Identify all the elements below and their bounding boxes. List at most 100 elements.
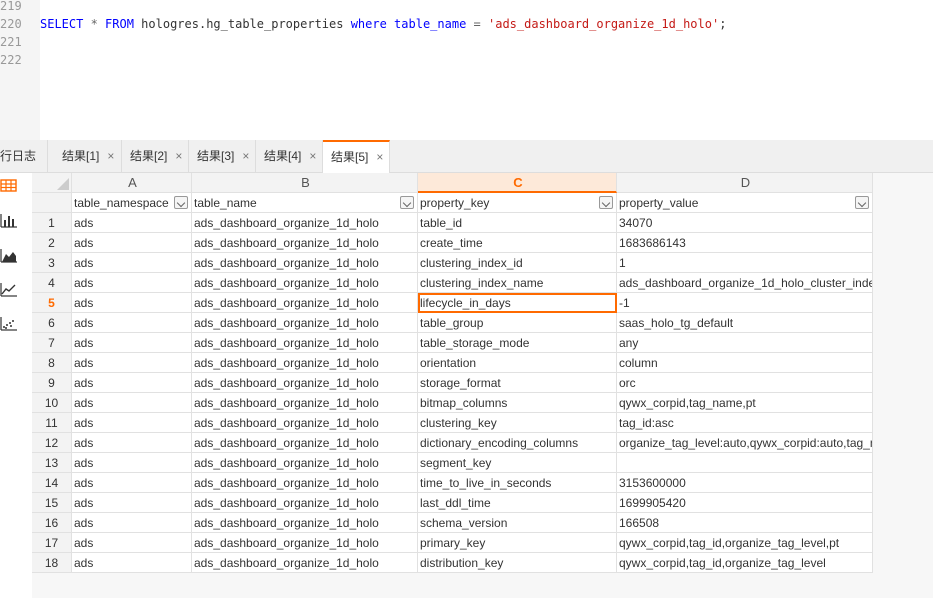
table-cell[interactable]: ads <box>72 293 192 313</box>
row-number[interactable]: 16 <box>32 513 72 533</box>
row-number[interactable]: 12 <box>32 433 72 453</box>
area-chart-icon[interactable] <box>0 248 20 266</box>
table-cell[interactable]: ads <box>72 273 192 293</box>
table-cell[interactable]: dictionary_encoding_columns <box>418 433 617 453</box>
column-letter-header[interactable]: C <box>418 173 617 193</box>
table-cell[interactable]: distribution_key <box>418 553 617 573</box>
table-cell[interactable]: ads <box>72 533 192 553</box>
table-cell[interactable]: ads_dashboard_organize_1d_holo <box>192 453 418 473</box>
filter-dropdown-icon[interactable] <box>855 196 869 209</box>
table-cell[interactable]: create_time <box>418 233 617 253</box>
table-cell[interactable]: table_id <box>418 213 617 233</box>
tab-run-log[interactable]: 行日志 <box>0 140 48 173</box>
table-cell[interactable]: primary_key <box>418 533 617 553</box>
column-name-header[interactable]: property_value <box>617 193 873 213</box>
table-cell[interactable]: ads_dashboard_organize_1d_holo <box>192 273 418 293</box>
table-cell[interactable]: ads_dashboard_organize_1d_holo <box>192 393 418 413</box>
row-number[interactable]: 2 <box>32 233 72 253</box>
row-number[interactable]: 1 <box>32 213 72 233</box>
table-cell[interactable]: ads_dashboard_organize_1d_holo <box>192 253 418 273</box>
table-cell[interactable]: ads <box>72 413 192 433</box>
tab-result-5[interactable]: 结果[5] × <box>323 140 390 174</box>
table-cell[interactable]: column <box>617 353 873 373</box>
close-icon[interactable]: × <box>376 150 383 164</box>
line-chart-icon[interactable] <box>0 282 20 300</box>
column-name-header[interactable]: table_namespace <box>72 193 192 213</box>
row-number[interactable]: 11 <box>32 413 72 433</box>
table-cell[interactable]: schema_version <box>418 513 617 533</box>
result-grid[interactable]: A B C Dtable_namespace table_name property_ke… <box>32 173 933 598</box>
bar-chart-icon[interactable] <box>0 213 20 231</box>
table-cell[interactable]: ads <box>72 513 192 533</box>
table-cell[interactable]: qywx_corpid,tag_name,pt <box>617 393 873 413</box>
table-cell[interactable]: ads_dashboard_organize_1d_holo <box>192 313 418 333</box>
table-cell[interactable]: 1683686143 <box>617 233 873 253</box>
table-cell[interactable]: ads <box>72 333 192 353</box>
table-cell[interactable]: ads <box>72 453 192 473</box>
sql-editor[interactable]: 219 220 221 222 SELECT * FROM hologres.h… <box>0 0 933 140</box>
table-cell[interactable]: ads <box>72 353 192 373</box>
table-cell[interactable]: organize_tag_level:auto,qywx_corpid:auto… <box>617 433 873 453</box>
scatter-chart-icon[interactable] <box>0 316 20 334</box>
table-cell[interactable]: ads <box>72 393 192 413</box>
table-cell[interactable]: ads_dashboard_organize_1d_holo <box>192 413 418 433</box>
table-cell[interactable]: table_storage_mode <box>418 333 617 353</box>
table-cell[interactable] <box>617 453 873 473</box>
row-number[interactable]: 4 <box>32 273 72 293</box>
table-cell[interactable]: qywx_corpid,tag_id,organize_tag_level <box>617 553 873 573</box>
column-letter-header[interactable]: B <box>192 173 418 193</box>
row-number[interactable]: 5 <box>32 293 72 313</box>
column-name-header[interactable]: table_name <box>192 193 418 213</box>
tab-result-3[interactable]: 结果[3] × <box>189 140 256 173</box>
row-number[interactable]: 18 <box>32 553 72 573</box>
filter-dropdown-icon[interactable] <box>174 196 188 209</box>
table-cell[interactable]: ads_dashboard_organize_1d_holo <box>192 213 418 233</box>
table-cell[interactable]: clustering_index_id <box>418 253 617 273</box>
filter-dropdown-icon[interactable] <box>599 196 613 209</box>
row-number[interactable]: 13 <box>32 453 72 473</box>
close-icon[interactable]: × <box>107 149 114 163</box>
table-cell[interactable]: clustering_index_name <box>418 273 617 293</box>
table-cell[interactable]: ads_dashboard_organize_1d_holo <box>192 373 418 393</box>
close-icon[interactable]: × <box>242 149 249 163</box>
table-cell[interactable]: time_to_live_in_seconds <box>418 473 617 493</box>
filter-dropdown-icon[interactable] <box>400 196 414 209</box>
table-cell[interactable]: any <box>617 333 873 353</box>
column-letter-header[interactable]: D <box>617 173 873 193</box>
close-icon[interactable]: × <box>175 149 182 163</box>
table-cell[interactable]: lifecycle_in_days <box>418 293 617 313</box>
table-cell[interactable]: 1 <box>617 253 873 273</box>
table-cell[interactable]: segment_key <box>418 453 617 473</box>
row-number[interactable]: 15 <box>32 493 72 513</box>
row-number[interactable]: 17 <box>32 533 72 553</box>
table-cell[interactable]: 166508 <box>617 513 873 533</box>
table-cell[interactable]: ads_dashboard_organize_1d_holo_cluster_i… <box>617 273 873 293</box>
table-cell[interactable]: ads_dashboard_organize_1d_holo <box>192 233 418 253</box>
row-number[interactable]: 9 <box>32 373 72 393</box>
column-letter-header[interactable]: A <box>72 173 192 193</box>
table-cell[interactable]: ads_dashboard_organize_1d_holo <box>192 493 418 513</box>
table-cell[interactable]: ads <box>72 473 192 493</box>
table-cell[interactable]: ads_dashboard_organize_1d_holo <box>192 353 418 373</box>
table-cell[interactable]: ads_dashboard_organize_1d_holo <box>192 553 418 573</box>
row-number[interactable]: 3 <box>32 253 72 273</box>
table-cell[interactable]: ads <box>72 373 192 393</box>
table-cell[interactable]: ads <box>72 553 192 573</box>
table-cell[interactable]: storage_format <box>418 373 617 393</box>
table-cell[interactable]: orc <box>617 373 873 393</box>
table-cell[interactable]: last_ddl_time <box>418 493 617 513</box>
table-cell[interactable]: 1699905420 <box>617 493 873 513</box>
row-number[interactable]: 6 <box>32 313 72 333</box>
table-cell[interactable]: ads_dashboard_organize_1d_holo <box>192 333 418 353</box>
table-icon[interactable] <box>0 179 20 197</box>
table-cell[interactable]: 34070 <box>617 213 873 233</box>
table-cell[interactable]: ads <box>72 493 192 513</box>
table-cell[interactable]: ads <box>72 233 192 253</box>
table-cell[interactable]: ads <box>72 253 192 273</box>
table-cell[interactable]: table_group <box>418 313 617 333</box>
table-cell[interactable]: ads <box>72 213 192 233</box>
row-number[interactable]: 7 <box>32 333 72 353</box>
table-cell[interactable]: qywx_corpid,tag_id,organize_tag_level,pt <box>617 533 873 553</box>
table-cell[interactable]: ads_dashboard_organize_1d_holo <box>192 533 418 553</box>
table-cell[interactable]: -1 <box>617 293 873 313</box>
